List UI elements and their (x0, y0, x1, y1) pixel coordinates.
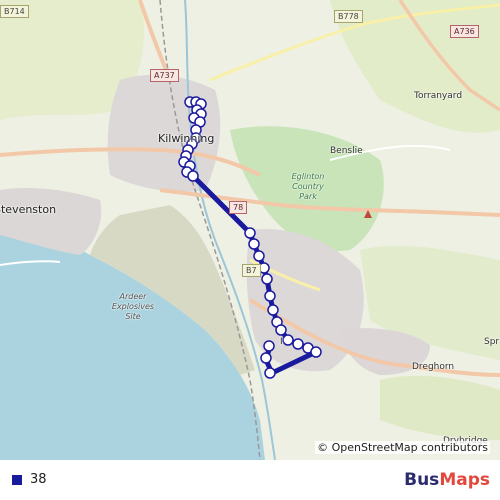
bus-stop-marker[interactable] (310, 346, 322, 358)
bus-stop-marker[interactable] (248, 238, 260, 250)
place-label-benslie: Benslie (330, 146, 363, 156)
place-label-torranyard: Torranyard (414, 91, 463, 101)
bus-stop-marker[interactable] (282, 334, 294, 346)
bus-stop-marker[interactable] (244, 227, 256, 239)
bus-stop-marker[interactable] (253, 250, 265, 262)
legend-color-swatch (12, 475, 22, 485)
bus-stop-marker[interactable] (264, 367, 276, 379)
road-shield-b714: B714 (0, 5, 29, 18)
road-shield-b778: B778 (334, 10, 363, 23)
bus-stop-marker[interactable] (187, 170, 199, 182)
brand-part-bus: Bus (404, 470, 440, 490)
road-a737-north (138, 0, 170, 76)
busmaps-logo[interactable]: BusMaps (404, 470, 490, 490)
place-label-springside: Spr (484, 337, 500, 347)
place-label-dreghorn: Dreghorn (412, 362, 455, 372)
place-label-kilwinning: Kilwinning (158, 132, 215, 145)
bus-stop-marker[interactable] (264, 290, 276, 302)
map-footer: 38 BusMaps (0, 460, 500, 500)
brand-part-maps: Maps (439, 470, 490, 490)
bus-stop-marker[interactable] (263, 340, 275, 352)
legend-route-label: 38 (30, 472, 47, 487)
map-attribution[interactable]: © OpenStreetMap contributors (315, 441, 490, 454)
road-shield-b7: B7 (242, 264, 261, 277)
road-shield-a78: 78 (229, 201, 248, 214)
bus-stop-marker[interactable] (275, 324, 287, 336)
map-canvas[interactable]: Kilwinning Stevenston Benslie Torranyard… (0, 0, 500, 460)
map-background (0, 0, 500, 460)
place-label-ardeer: Ardeer Explosives Site (111, 292, 155, 321)
road-shield-a736: A736 (450, 25, 479, 38)
place-label-stevenston: Stevenston (0, 203, 57, 216)
bus-stop-marker[interactable] (260, 352, 272, 364)
place-label-irvine: I (280, 337, 283, 347)
bus-stop-marker[interactable] (261, 273, 273, 285)
place-label-eglinton-park: Eglinton Country Park (291, 172, 325, 201)
bus-stop-marker[interactable] (267, 304, 279, 316)
bus-stop-marker[interactable] (292, 338, 304, 350)
farmland-se (380, 375, 500, 440)
road-shield-a737: A737 (150, 69, 179, 82)
